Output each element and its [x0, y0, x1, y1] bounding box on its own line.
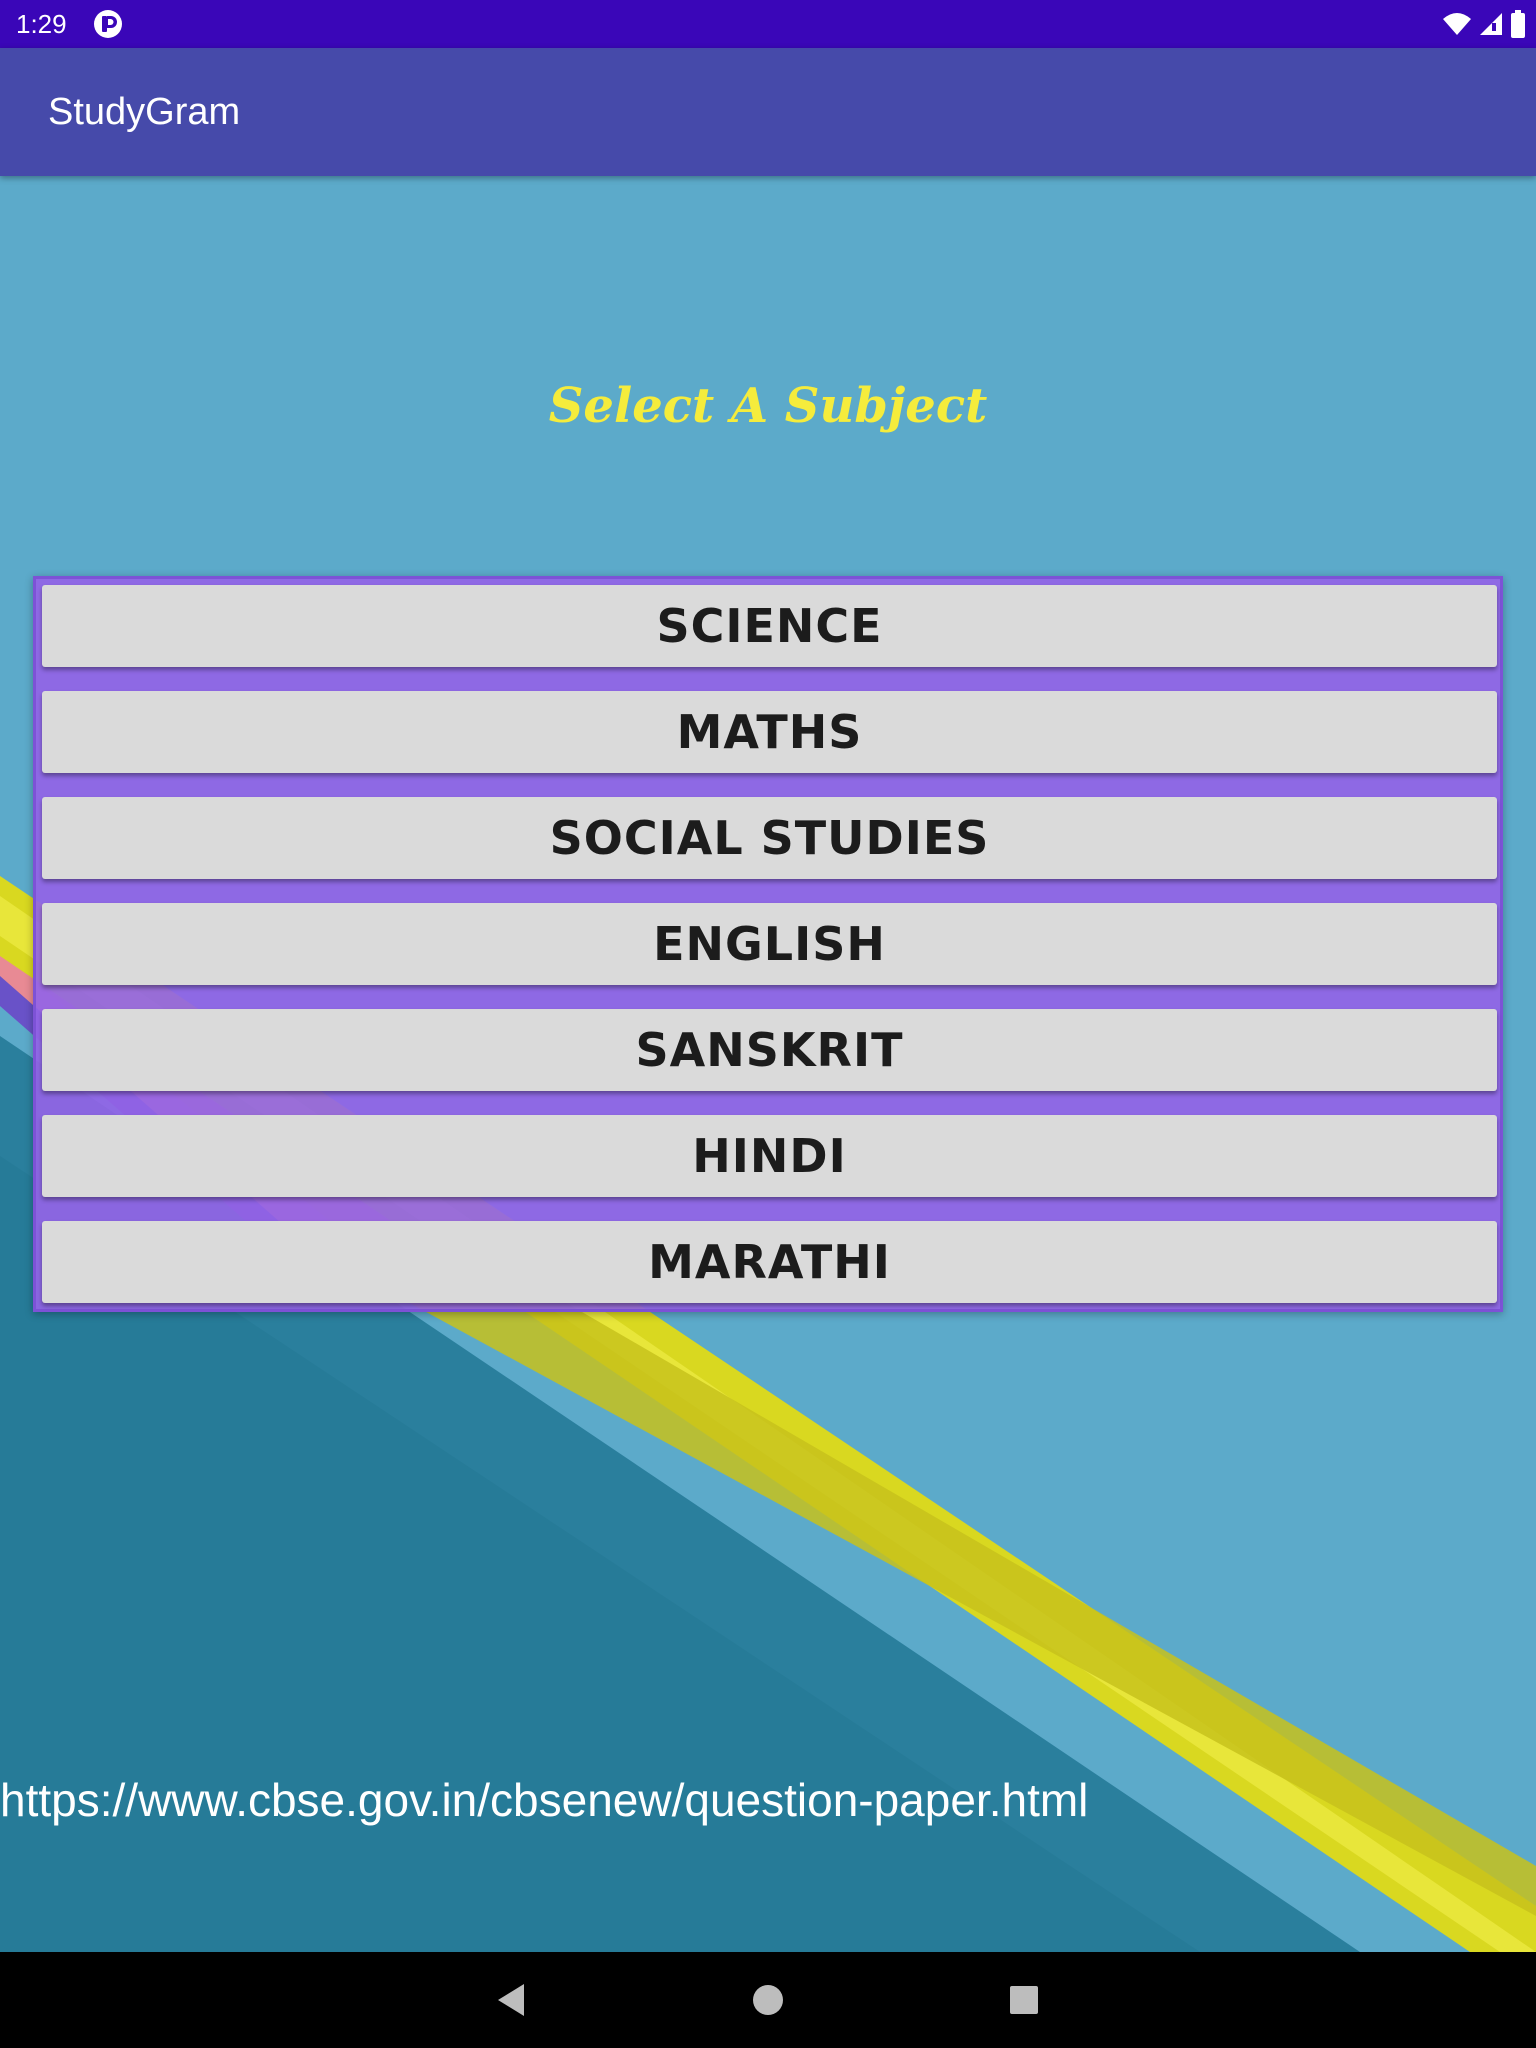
subject-button-social-studies[interactable]: SOCIAL STUDIES [42, 797, 1497, 879]
status-icons [1442, 9, 1526, 39]
home-icon[interactable] [744, 1976, 792, 2024]
subject-button-sanskrit[interactable]: SANSKRIT [42, 1009, 1497, 1091]
wifi-icon [1443, 13, 1471, 35]
subject-button-science[interactable]: SCIENCE [42, 585, 1497, 667]
subject-list-panel: SCIENCE MATHS SOCIAL STUDIES ENGLISH SAN… [33, 576, 1503, 1312]
app-title: StudyGram [48, 91, 241, 133]
navigation-bar [0, 1952, 1536, 2048]
main-content: Select A Subject SCIENCE MATHS SOCIAL ST… [0, 176, 1536, 1952]
battery-icon [1511, 10, 1525, 38]
cell-signal-icon [1480, 13, 1502, 35]
question-paper-link[interactable]: https://www.cbse.gov.in/cbsenew/question… [0, 1772, 1088, 1828]
recents-icon[interactable] [1000, 1976, 1048, 2024]
subject-button-marathi[interactable]: MARATHI [42, 1221, 1497, 1303]
status-time: 1:29 [16, 9, 67, 39]
back-icon[interactable] [488, 1976, 536, 2024]
app-notification-icon [94, 10, 122, 38]
subject-button-english[interactable]: ENGLISH [42, 903, 1497, 985]
subject-button-hindi[interactable]: HINDI [42, 1115, 1497, 1197]
app-bar: StudyGram [0, 48, 1536, 176]
page-headline: Select A Subject [548, 378, 988, 434]
status-bar: 1:29 [0, 0, 1536, 48]
subject-button-maths[interactable]: MATHS [42, 691, 1497, 773]
